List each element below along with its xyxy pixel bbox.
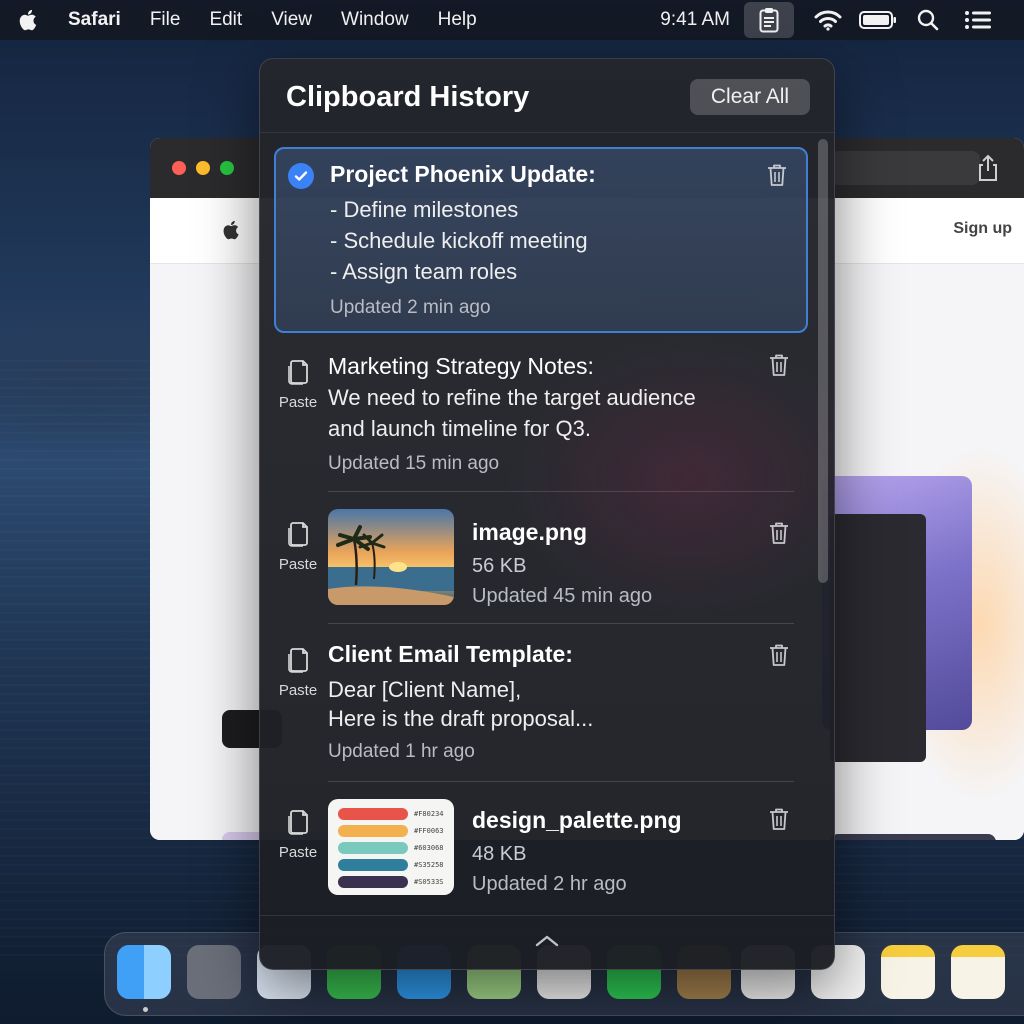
feature-card-dark [830, 834, 996, 840]
item-filename: design_palette.png [472, 807, 682, 833]
palette-swatch [338, 808, 408, 820]
menu-view[interactable]: View [271, 9, 312, 31]
paste-label: Paste [278, 394, 318, 411]
panel-header: Clipboard History Clear All [260, 59, 834, 133]
item-line: - Assign team roles [330, 259, 518, 284]
dock-running-indicator [143, 1007, 148, 1012]
palette-swatch-row: #FF0063 [338, 824, 444, 838]
dock-notes[interactable] [881, 945, 935, 999]
apple-logo-icon[interactable] [18, 8, 42, 32]
clipboard-menu-button[interactable] [744, 2, 794, 38]
minimize-window-button[interactable] [196, 161, 210, 175]
item-title: Project Phoenix Update: [330, 161, 596, 187]
clipboard-item[interactable]: Paste Marketing Strategy Notes: We need … [274, 339, 808, 487]
clipboard-item-selected[interactable]: Project Phoenix Update: - Define milesto… [274, 147, 808, 333]
battery-icon[interactable] [856, 2, 900, 38]
item-filesize: 56 KB [472, 555, 527, 577]
clipboard-icon [759, 8, 779, 33]
hero-device-mockup [830, 514, 926, 762]
palette-swatch [338, 876, 408, 888]
clipboard-history-panel: Clipboard History Clear All Project Phoe… [259, 58, 835, 970]
panel-title: Clipboard History [286, 81, 530, 113]
zoom-window-button[interactable] [220, 161, 234, 175]
checkmark-icon [288, 163, 314, 189]
menu-edit[interactable]: Edit [209, 9, 242, 31]
palette-swatch-row: #S35258 [338, 858, 444, 872]
item-title: Client Email Template: [328, 641, 573, 667]
palette-swatch [338, 859, 408, 871]
image-thumbnail [328, 509, 454, 605]
swatch-hex: #F80234 [414, 810, 444, 818]
paste-button[interactable]: Paste [274, 645, 322, 699]
menubar-clock[interactable]: 9:41 AM [660, 9, 730, 31]
share-icon[interactable] [974, 154, 1004, 184]
item-line: - Schedule kickoff meeting [330, 228, 588, 253]
item-timestamp: Updated 2 min ago [330, 297, 491, 318]
swatch-hex: #S35258 [414, 861, 444, 869]
item-timestamp: Updated 45 min ago [472, 585, 653, 607]
dock-stickies[interactable] [951, 945, 1005, 999]
item-divider [328, 491, 794, 492]
menu-help[interactable]: Help [438, 9, 477, 31]
signup-link[interactable]: Sign up [953, 220, 1012, 238]
trash-icon[interactable] [768, 521, 792, 547]
control-center-icon[interactable] [956, 2, 1000, 38]
item-title: Marketing Strategy Notes: [328, 353, 594, 379]
clipboard-item[interactable]: Paste Client Email Template: Dear [Clien… [274, 629, 808, 779]
swatch-hex: #603068 [414, 844, 444, 852]
clipboard-list: Project Phoenix Update: - Define milesto… [260, 133, 820, 913]
trash-icon[interactable] [768, 643, 792, 669]
dock-finder[interactable] [117, 945, 171, 999]
close-window-button[interactable] [172, 161, 186, 175]
item-filesize: 48 KB [472, 843, 527, 865]
trash-icon[interactable] [768, 353, 792, 379]
paste-document-icon [288, 648, 308, 673]
clipboard-item-image[interactable]: Paste #F80234 #FF0063 #603068 #S35258 #S… [274, 789, 808, 913]
clear-all-button[interactable]: Clear All [690, 79, 810, 115]
item-line: and launch timeline for Q3. [328, 416, 591, 441]
paste-button[interactable]: Paste [274, 807, 322, 861]
address-bar[interactable] [830, 151, 980, 185]
palette-thumbnail: #F80234 #FF0063 #603068 #S35258 #S0533S [328, 799, 454, 895]
paste-document-icon [288, 360, 308, 385]
chevron-up-icon[interactable] [534, 934, 560, 953]
wifi-icon[interactable] [806, 2, 850, 38]
trash-icon[interactable] [766, 163, 790, 189]
paste-document-icon [288, 522, 308, 547]
panel-footer [260, 915, 834, 969]
clipboard-item-image[interactable]: Paste image.png 56 KB Updated 45 min ago [274, 499, 808, 623]
item-divider [328, 623, 794, 624]
paste-label: Paste [278, 682, 318, 699]
palette-swatch-row: #603068 [338, 841, 444, 855]
paste-label: Paste [278, 844, 318, 861]
item-line: Here is the draft proposal... [328, 706, 594, 731]
menu-bar: Safari File Edit View Window Help 9:41 A… [0, 0, 1024, 40]
item-timestamp: Updated 15 min ago [328, 453, 500, 474]
trash-icon[interactable] [768, 807, 792, 833]
item-divider [328, 781, 794, 782]
paste-button[interactable]: Paste [274, 519, 322, 573]
palette-swatch [338, 825, 408, 837]
paste-button[interactable]: Paste [274, 357, 322, 411]
palette-swatch [338, 842, 408, 854]
menu-window[interactable]: Window [341, 9, 409, 31]
palette-swatch-row: #F80234 [338, 807, 444, 821]
list-scrollbar[interactable] [818, 139, 828, 583]
paste-document-icon [288, 810, 308, 835]
search-icon[interactable] [906, 2, 950, 38]
item-line: Dear [Client Name], [328, 677, 522, 702]
paste-label: Paste [278, 556, 318, 573]
swatch-hex: #S0533S [414, 878, 444, 886]
menu-app-name[interactable]: Safari [68, 9, 121, 31]
palette-swatch-row: #S0533S [338, 875, 444, 889]
item-filename: image.png [472, 519, 588, 545]
item-line: - Define milestones [330, 197, 519, 222]
apple-logo-icon[interactable] [222, 218, 242, 247]
item-timestamp: Updated 2 hr ago [472, 873, 627, 895]
item-timestamp: Updated 1 hr ago [328, 741, 475, 762]
menu-file[interactable]: File [150, 9, 181, 31]
swatch-hex: #FF0063 [414, 827, 444, 835]
dock-launchpad[interactable] [187, 945, 241, 999]
item-line: We need to refine the target audience [328, 385, 696, 410]
